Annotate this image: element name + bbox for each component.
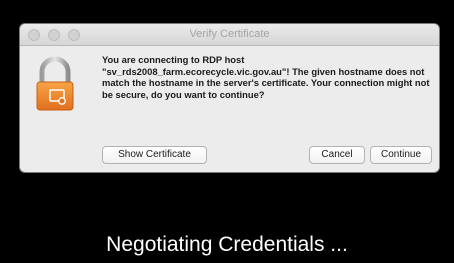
connection-status-text: Negotiating Credentials ... [106,233,348,256]
certificate-warning-message: You are connecting to RDP host "sv_rds20… [102,54,430,100]
remote-desktop-screen: Verify Certificate You are connecting to… [0,0,454,263]
continue-button[interactable]: Continue [370,146,432,164]
verify-certificate-dialog: Verify Certificate You are connecting to… [20,24,439,172]
dialog-titlebar: Verify Certificate [20,24,439,46]
lock-certificate-icon [34,54,76,114]
dialog-title: Verify Certificate [189,28,270,40]
show-certificate-button[interactable]: Show Certificate [102,146,207,164]
cancel-button[interactable]: Cancel [309,146,365,164]
